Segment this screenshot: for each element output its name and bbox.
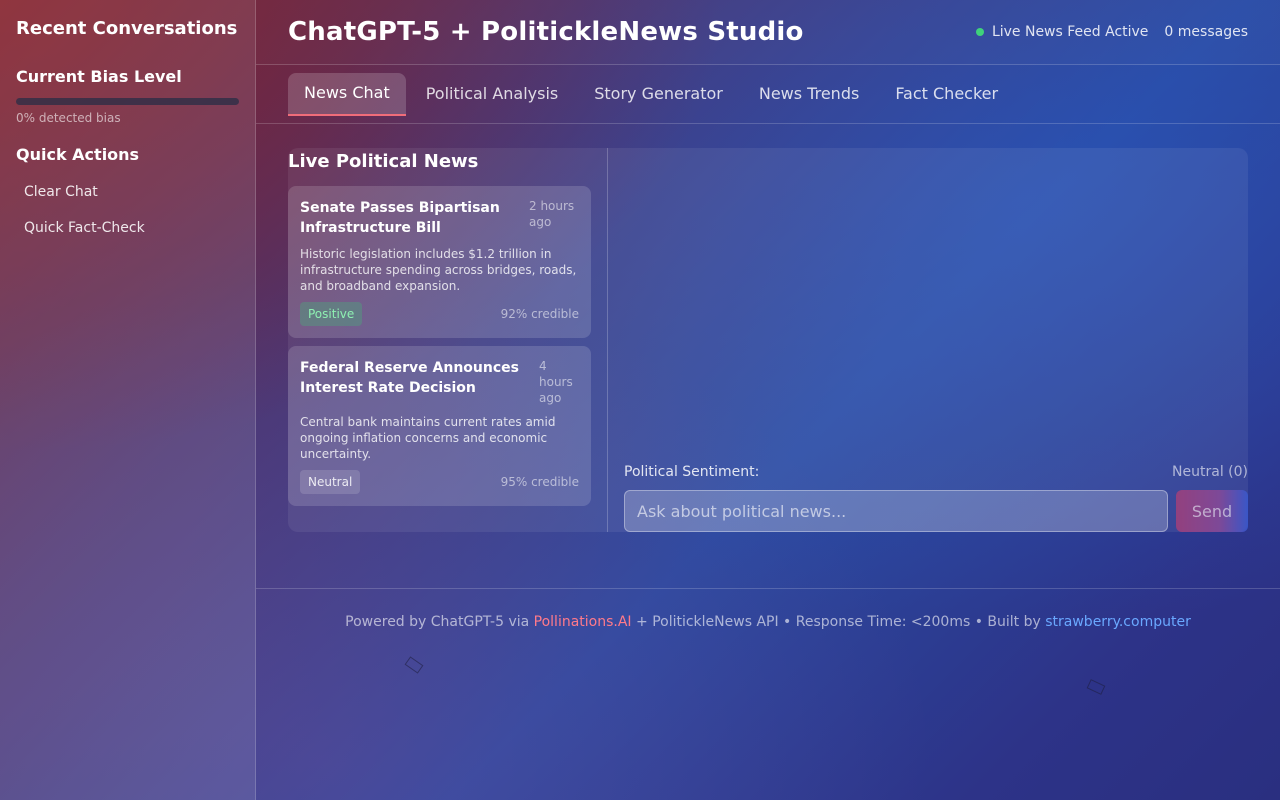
news-column: Live Political News Senate Passes Bipart… [288, 148, 608, 532]
credibility-score: 95% credible [500, 475, 579, 489]
header: ChatGPT-5 + PolitickleNews Studio Live N… [256, 0, 1280, 65]
news-summary: Central bank maintains current rates ami… [300, 415, 556, 461]
news-card[interactable]: Federal Reserve Announces Interest Rate … [288, 346, 591, 506]
page-title: ChatGPT-5 + PolitickleNews Studio [288, 17, 804, 47]
footer-prefix: Powered by ChatGPT-5 via [345, 614, 534, 630]
tab-news-chat[interactable]: News Chat [288, 72, 406, 116]
news-title: Senate Passes Bipartisan Infrastructure … [300, 200, 500, 236]
quick-fact-check-button[interactable]: Quick Fact-Check [16, 212, 239, 244]
sidebar-title: Recent Conversations [16, 18, 238, 39]
political-sentiment: Political Sentiment: Neutral (0) [624, 464, 1248, 480]
tab-news-trends[interactable]: News Trends [743, 74, 875, 115]
sentiment-label: Political Sentiment: [624, 464, 760, 480]
decorative-shape [404, 656, 424, 674]
live-status-dot-icon [975, 28, 984, 36]
send-button[interactable]: Send [1176, 490, 1248, 532]
sentiment-badge: Positive [300, 302, 363, 326]
news-time: 2 hours ago [529, 199, 575, 229]
bias-meter [16, 98, 239, 105]
tab-fact-checker[interactable]: Fact Checker [879, 74, 1014, 115]
chat-column: Political Sentiment: Neutral (0) Send [608, 148, 1248, 532]
decorative-shape [1086, 679, 1106, 695]
message-count: 0 messages [1164, 24, 1248, 40]
sentiment-value: Neutral (0) [1172, 464, 1248, 480]
bias-text: 0% detected bias [16, 111, 121, 125]
credibility-score: 92% credible [500, 307, 579, 321]
chat-input-row: Send [624, 490, 1248, 532]
header-status: Live News Feed Active 0 messages [975, 24, 1248, 40]
strawberry-link[interactable]: strawberry.computer [1045, 614, 1191, 630]
news-summary: Historic legislation includes $1.2 trill… [300, 247, 577, 293]
quick-actions-heading: Quick Actions [16, 145, 140, 164]
chat-input[interactable] [624, 490, 1168, 532]
tab-bar: News Chat Political Analysis Story Gener… [256, 65, 1280, 124]
main-area: ChatGPT-5 + PolitickleNews Studio Live N… [256, 0, 1280, 800]
content: Live Political News Senate Passes Bipart… [256, 124, 1280, 532]
news-card[interactable]: Senate Passes Bipartisan Infrastructure … [288, 186, 591, 338]
bias-heading: Current Bias Level [16, 67, 182, 86]
clear-chat-button[interactable]: Clear Chat [16, 176, 239, 208]
tab-political-analysis[interactable]: Political Analysis [410, 74, 575, 115]
tab-story-generator[interactable]: Story Generator [578, 74, 739, 115]
news-time: 4 hours ago [539, 359, 573, 405]
news-heading: Live Political News [288, 151, 479, 172]
footer: Powered by ChatGPT-5 via Pollinations.AI… [256, 588, 1280, 630]
footer-middle: + PolitickleNews API • Response Time: <2… [631, 614, 1046, 630]
app-root: Recent Conversations Current Bias Level … [0, 0, 1280, 800]
pollinations-link[interactable]: Pollinations.AI [534, 614, 632, 630]
sentiment-badge: Neutral [300, 470, 361, 494]
live-feed-status: Live News Feed Active [991, 24, 1149, 40]
chat-messages [624, 148, 1248, 464]
news-title: Federal Reserve Announces Interest Rate … [300, 360, 519, 396]
sidebar: Recent Conversations Current Bias Level … [0, 0, 256, 800]
chat-panel: Live Political News Senate Passes Bipart… [288, 148, 1248, 532]
